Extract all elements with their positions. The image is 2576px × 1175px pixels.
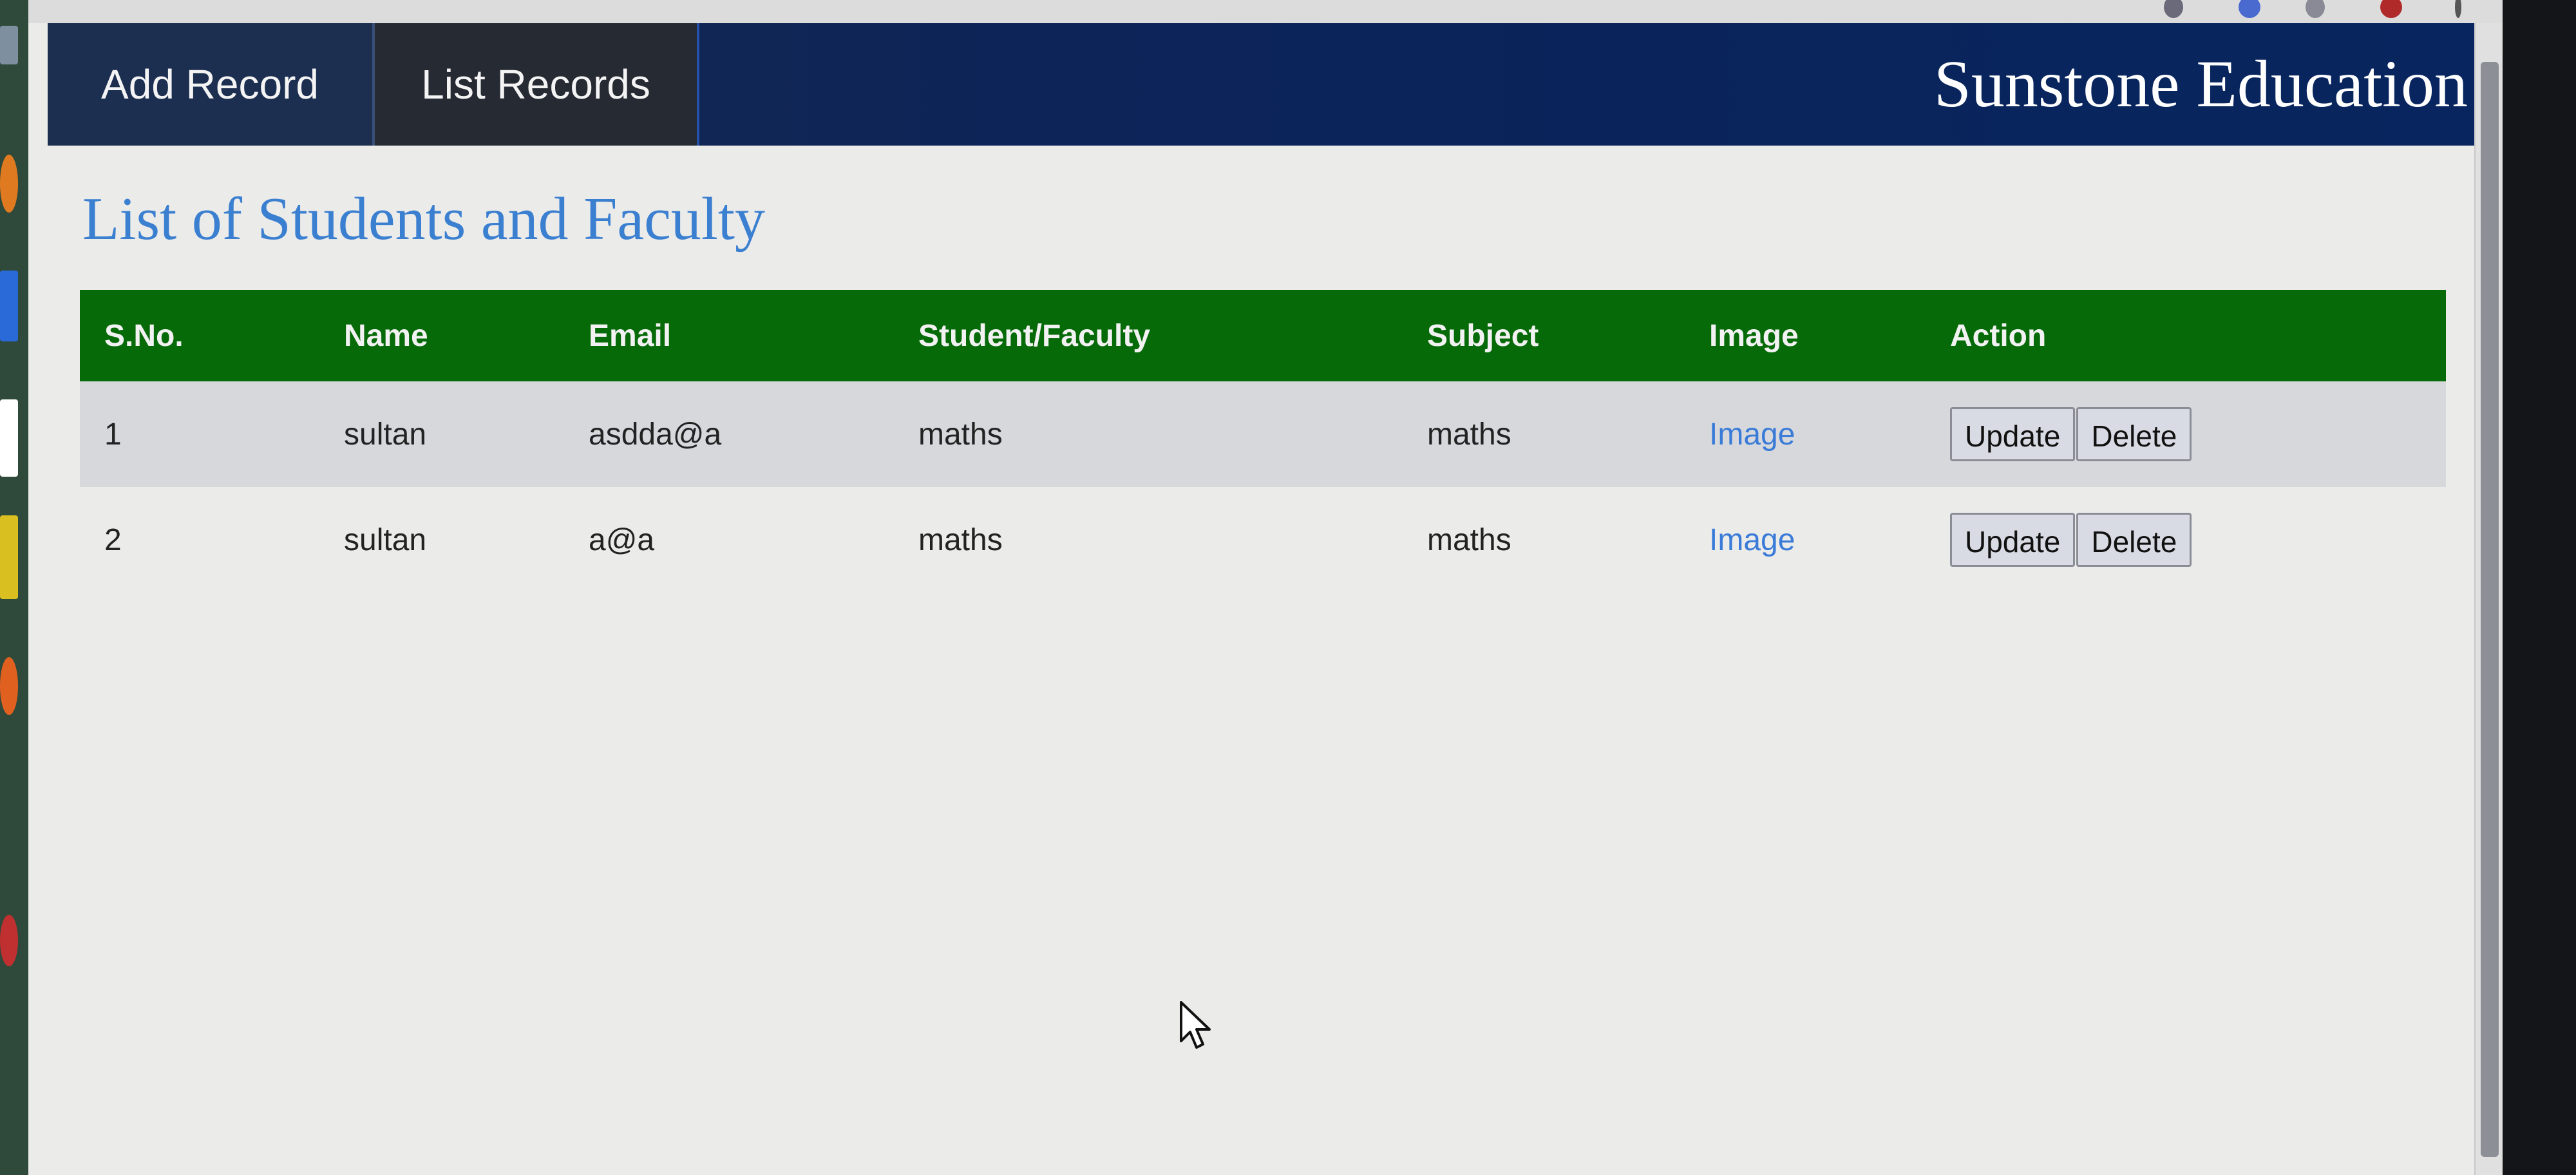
page: Add Record List Records Sunstone Educati… bbox=[28, 23, 2474, 1175]
extension-icon[interactable] bbox=[2239, 0, 2260, 18]
cell-type: maths bbox=[894, 381, 1403, 487]
column-header-email: Email bbox=[564, 290, 894, 381]
records-table: S.No. Name Email Student/Faculty Subject… bbox=[80, 290, 2446, 593]
mouse-cursor-icon bbox=[1180, 1001, 1211, 1049]
cell-name: sultan bbox=[319, 487, 564, 593]
browser-toolbar bbox=[0, 0, 2576, 24]
update-button[interactable]: Update bbox=[1950, 407, 2076, 461]
taskbar-item[interactable] bbox=[0, 271, 18, 341]
screen-bezel bbox=[2503, 0, 2576, 1175]
cell-type: maths bbox=[894, 487, 1403, 593]
taskbar-item[interactable] bbox=[0, 515, 18, 599]
cell-subject: maths bbox=[1403, 487, 1685, 593]
image-link[interactable]: Image bbox=[1709, 417, 1795, 452]
taskbar-item[interactable] bbox=[0, 399, 18, 477]
profile-avatar-icon[interactable] bbox=[2380, 0, 2402, 18]
column-header-name: Name bbox=[319, 290, 564, 381]
cell-email: asdda@a bbox=[564, 381, 894, 487]
table-header-row: S.No. Name Email Student/Faculty Subject… bbox=[80, 290, 2446, 381]
table-row: 2 sultan a@a maths maths Image Update Del… bbox=[80, 487, 2446, 593]
taskbar-item[interactable] bbox=[0, 26, 18, 64]
top-navbar: Add Record List Records Sunstone Educati… bbox=[48, 23, 2474, 146]
extension-icon[interactable] bbox=[2306, 0, 2325, 18]
column-header-action: Action bbox=[1926, 290, 2446, 381]
cell-image: Image bbox=[1685, 381, 1926, 487]
column-header-subject: Subject bbox=[1403, 290, 1685, 381]
update-button[interactable]: Update bbox=[1950, 513, 2076, 567]
image-link[interactable]: Image bbox=[1709, 523, 1795, 557]
scrollbar-thumb[interactable] bbox=[2481, 62, 2499, 1157]
cell-subject: maths bbox=[1403, 381, 1685, 487]
taskbar-item[interactable] bbox=[0, 915, 18, 966]
cell-sno: 2 bbox=[80, 487, 319, 593]
delete-button[interactable]: Delete bbox=[2076, 407, 2192, 461]
column-header-sno: S.No. bbox=[80, 290, 319, 381]
nav-tab-add-record[interactable]: Add Record bbox=[48, 23, 375, 146]
cell-name: sultan bbox=[319, 381, 564, 487]
delete-button[interactable]: Delete bbox=[2076, 513, 2192, 567]
taskbar-item[interactable] bbox=[0, 155, 18, 213]
desktop-taskbar bbox=[0, 0, 28, 1175]
nav-tab-list-records[interactable]: List Records bbox=[375, 23, 699, 146]
table-row: 1 sultan asdda@a maths maths Image Updat… bbox=[80, 381, 2446, 487]
cell-action: Update Delete bbox=[1926, 381, 2446, 487]
cell-image: Image bbox=[1685, 487, 1926, 593]
cell-sno: 1 bbox=[80, 381, 319, 487]
column-header-image: Image bbox=[1685, 290, 1926, 381]
column-header-type: Student/Faculty bbox=[894, 290, 1403, 381]
cell-action: Update Delete bbox=[1926, 487, 2446, 593]
vertical-scrollbar[interactable] bbox=[2474, 23, 2504, 1175]
cell-email: a@a bbox=[564, 487, 894, 593]
menu-kebab-icon[interactable] bbox=[2455, 0, 2461, 18]
brand-name: Sunstone Education bbox=[1933, 47, 2468, 121]
page-title: List of Students and Faculty bbox=[82, 186, 766, 253]
taskbar-item[interactable] bbox=[0, 657, 18, 715]
bookmark-star-icon[interactable] bbox=[2164, 0, 2183, 18]
